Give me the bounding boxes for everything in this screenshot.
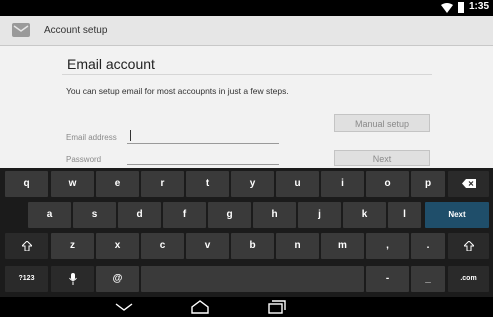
key-o[interactable]: o [366,171,409,197]
page-title: Email account [67,56,155,72]
back-down-icon[interactable] [112,299,136,315]
microphone-icon [68,273,77,285]
key-t[interactable]: t [186,171,229,197]
key-u[interactable]: u [276,171,319,197]
key-g[interactable]: g [208,202,251,228]
key-v[interactable]: v [186,233,229,259]
backspace-icon [461,179,476,188]
voice-input-key[interactable] [51,266,94,292]
key-dotcom[interactable]: .com [448,266,489,292]
backspace-key[interactable] [448,171,489,197]
key-s[interactable]: s [73,202,116,228]
password-field-label: Password [66,155,102,164]
shift-key-left[interactable] [5,233,48,259]
action-bar-title: Account setup [44,25,108,36]
wifi-icon [441,3,453,13]
key-d[interactable]: d [118,202,161,228]
shift-icon [20,240,33,252]
clock: 1:35 [468,1,489,12]
key-q[interactable]: q [5,171,48,197]
symbols-key[interactable]: ?123 [5,266,48,292]
key-e[interactable]: e [96,171,139,197]
key-m[interactable]: m [321,233,364,259]
email-app-icon[interactable] [12,23,30,37]
key-comma[interactable]: , [366,233,409,259]
key-c[interactable]: c [141,233,184,259]
shift-key-right[interactable] [448,233,489,259]
key-x[interactable]: x [96,233,139,259]
key-h[interactable]: h [253,202,296,228]
key-n[interactable]: n [276,233,319,259]
manual-setup-button[interactable]: Manual setup [334,114,430,132]
key-r[interactable]: r [141,171,184,197]
shift-icon [462,240,475,252]
battery-icon [458,2,464,13]
next-button[interactable]: Next [334,150,430,166]
email-field-label: Email address [66,133,117,142]
key-f[interactable]: f [163,202,206,228]
key-a[interactable]: a [28,202,71,228]
recent-apps-icon[interactable] [264,299,288,315]
key-period[interactable]: . [411,233,445,259]
key-dash[interactable]: - [366,266,409,292]
setup-description: You can setup email for most accoupnts i… [66,86,289,96]
key-b[interactable]: b [231,233,274,259]
navigation-bar [0,297,493,317]
key-p[interactable]: p [411,171,445,197]
soft-keyboard: q w e r t y u i o p a s d f g h j k l Ne… [0,168,493,297]
key-w[interactable]: w [51,171,94,197]
text-cursor [130,130,131,141]
key-i[interactable]: i [321,171,364,197]
key-k[interactable]: k [343,202,386,228]
space-key[interactable] [141,266,364,292]
action-bar: Account setup [0,16,493,46]
setup-form: Email account You can setup email for mo… [0,46,493,168]
next-key[interactable]: Next [425,202,489,228]
home-icon[interactable] [188,299,212,315]
key-underscore[interactable]: _ [411,266,445,292]
key-z[interactable]: z [51,233,94,259]
key-at[interactable]: @ [96,266,139,292]
status-bar: 1:35 [0,0,493,16]
email-field[interactable] [127,143,279,144]
password-field[interactable] [127,164,279,165]
divider [62,74,432,75]
key-j[interactable]: j [298,202,341,228]
key-y[interactable]: y [231,171,274,197]
key-l[interactable]: l [388,202,421,228]
